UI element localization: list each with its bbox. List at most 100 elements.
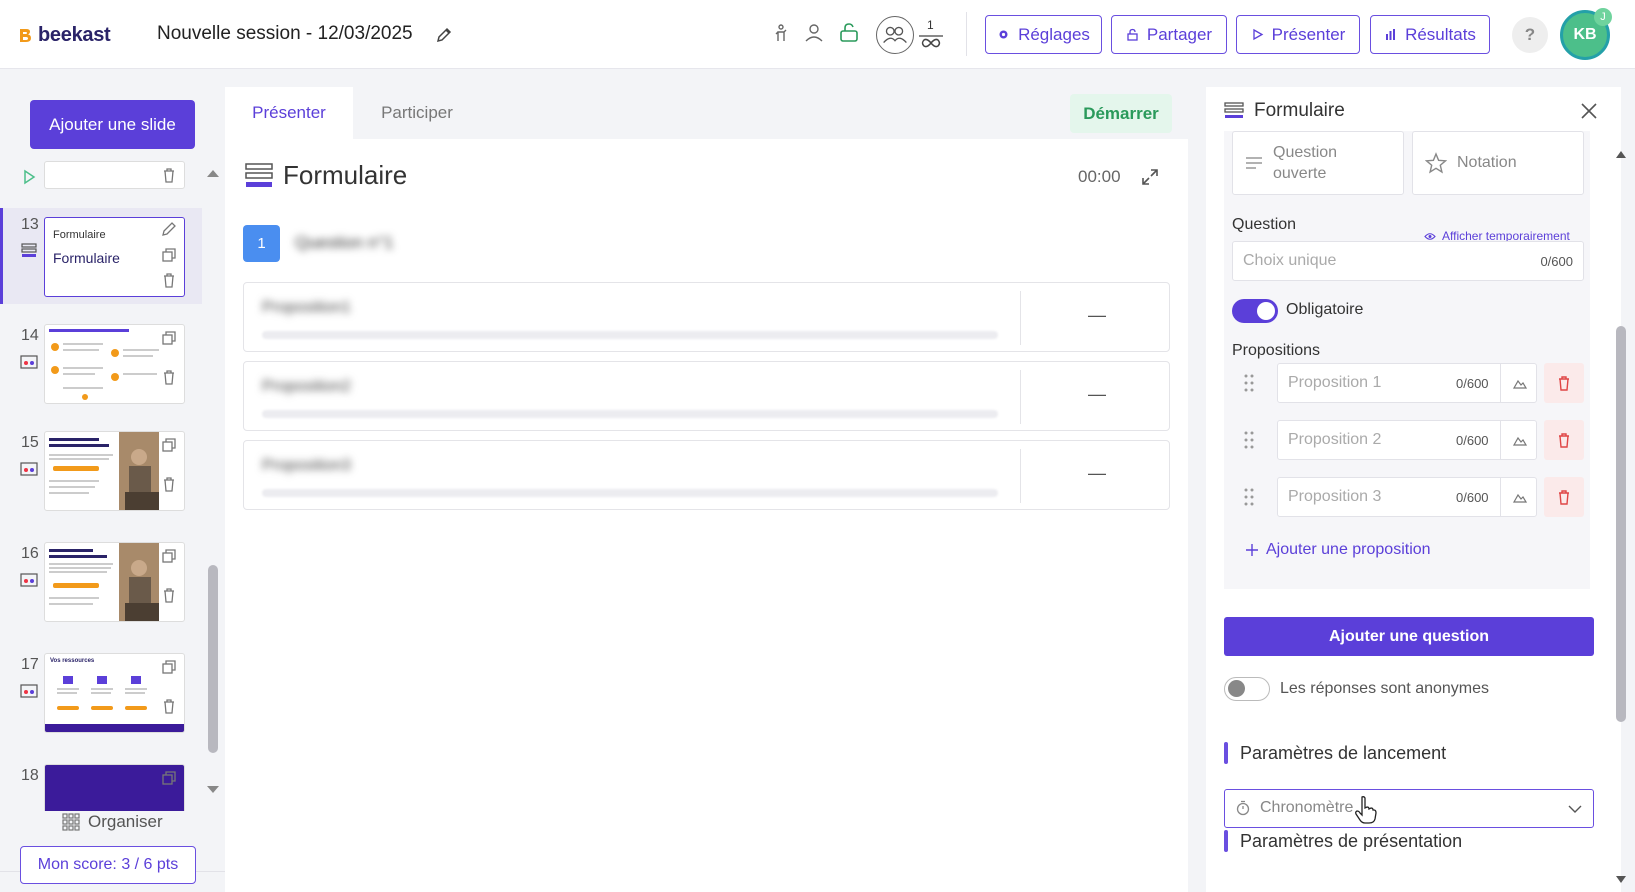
slide-row-17[interactable]: 17 Vos ressources	[0, 648, 202, 744]
tab-presenter[interactable]: Présenter	[225, 87, 353, 139]
stopwatch-icon	[1236, 800, 1250, 816]
settings-scrollbar[interactable]	[1616, 326, 1626, 722]
slide-list[interactable]: 13 Formulaire Formulaire 14 15 16 17 Vos…	[0, 161, 202, 811]
pencil-icon[interactable]	[434, 25, 454, 45]
person-raise-hand-icon[interactable]	[770, 22, 792, 44]
char-count: 0/600	[1456, 433, 1489, 448]
delete-proposition-button[interactable]	[1544, 420, 1584, 460]
slide-editor: Présenter Participer Démarrer Formulaire…	[225, 87, 1188, 892]
present-button[interactable]: Présenter	[1236, 15, 1360, 54]
slides-panel: Ajouter une slide 13 Formulaire Formulai…	[0, 69, 225, 892]
duplicate-icon[interactable]	[161, 548, 177, 564]
delete-proposition-button[interactable]	[1544, 477, 1584, 517]
slides-scrollbar[interactable]	[208, 565, 218, 753]
slide-row-14[interactable]: 14	[0, 319, 202, 415]
trash-icon[interactable]	[161, 272, 177, 288]
trash-icon[interactable]	[161, 369, 177, 385]
add-proposition-button[interactable]: Ajouter une proposition	[1246, 541, 1431, 559]
help-button[interactable]: ?	[1512, 17, 1548, 53]
duplicate-icon[interactable]	[161, 330, 177, 346]
trash-icon[interactable]	[161, 167, 177, 183]
scroll-up-icon[interactable]	[206, 168, 220, 178]
proposition-card: Proposition3 —	[243, 440, 1170, 510]
proposition-value: —	[1088, 305, 1106, 325]
logo[interactable]: beekast	[17, 24, 111, 47]
duplicate-icon[interactable]	[161, 247, 177, 263]
session-title[interactable]: Nouvelle session - 12/03/2025	[157, 23, 413, 45]
trash-icon	[1559, 433, 1569, 448]
timer-select[interactable]: Chronomètre	[1224, 789, 1594, 828]
duplicate-icon[interactable]	[161, 659, 177, 675]
trash-icon[interactable]	[161, 698, 177, 714]
proposition-card: Proposition1 —	[243, 282, 1170, 352]
drag-handle-icon[interactable]	[1244, 430, 1254, 450]
duplicate-icon[interactable]	[161, 770, 177, 786]
slide-row-prev[interactable]	[0, 161, 202, 197]
question-editor: Question ouverte Notation Question Affic…	[1224, 131, 1590, 589]
slide-row-16[interactable]: 16	[0, 537, 202, 633]
tab-participer[interactable]: Participer	[353, 87, 481, 139]
divider	[1020, 449, 1021, 503]
unlock-icon[interactable]	[838, 22, 860, 44]
progress-bar	[262, 410, 998, 418]
slide-row-13[interactable]: 13 Formulaire Formulaire	[0, 208, 202, 304]
logo-text: beekast	[38, 24, 111, 46]
scroll-down-icon[interactable]	[206, 785, 220, 795]
delete-proposition-button[interactable]	[1544, 363, 1584, 403]
settings-button[interactable]: Réglages	[985, 15, 1102, 54]
thumb-title: Formulaire	[53, 250, 120, 266]
participants-count: 1	[927, 18, 934, 32]
propositions-label: Propositions	[1232, 342, 1321, 359]
trash-icon[interactable]	[161, 476, 177, 492]
type-rating[interactable]: Notation	[1412, 131, 1584, 195]
hand-cursor-icon	[1355, 796, 1377, 824]
close-icon[interactable]	[1579, 101, 1599, 121]
anonymous-toggle[interactable]	[1224, 677, 1270, 701]
question-label: Question	[1232, 216, 1297, 233]
add-question-button[interactable]: Ajouter une question	[1224, 617, 1594, 656]
required-toggle[interactable]	[1232, 299, 1278, 323]
add-image-button[interactable]	[1500, 478, 1538, 516]
drag-handle-icon[interactable]	[1244, 373, 1254, 393]
star-icon	[1425, 152, 1447, 174]
proposition-input[interactable]: Proposition 1 0/600	[1277, 363, 1537, 403]
pencil-icon[interactable]	[161, 221, 177, 237]
scroll-up-icon[interactable]	[1615, 148, 1627, 160]
question-input[interactable]: Choix unique 0/600	[1232, 241, 1584, 281]
add-image-button[interactable]	[1500, 421, 1538, 459]
lock-icon	[1127, 28, 1138, 41]
participants-icon	[876, 16, 914, 54]
progress-bar	[262, 331, 998, 339]
expand-icon[interactable]	[1140, 167, 1160, 187]
participants-counter[interactable]: 1	[876, 16, 948, 54]
start-button[interactable]: Démarrer	[1070, 94, 1172, 133]
scroll-down-icon[interactable]	[1615, 874, 1627, 886]
slide-row-15[interactable]: 15	[0, 426, 202, 522]
drag-handle-icon[interactable]	[1244, 487, 1254, 507]
required-label: Obligatoire	[1286, 301, 1364, 318]
add-slide-button[interactable]: Ajouter une slide	[30, 100, 195, 149]
image-icon	[1512, 493, 1527, 503]
organiser-button[interactable]: Organiser	[62, 812, 163, 832]
add-image-button[interactable]	[1500, 364, 1538, 402]
proposition-row: Proposition 1 0/600	[1232, 363, 1584, 403]
play-icon	[1252, 28, 1263, 41]
score-button[interactable]: Mon score: 3 / 6 pts	[20, 846, 196, 884]
proposition-input[interactable]: Proposition 3 0/600	[1277, 477, 1537, 517]
slide-row-18[interactable]: 18	[0, 759, 202, 811]
slide-number: 16	[21, 545, 39, 562]
proposition-input[interactable]: Proposition 2 0/600	[1277, 420, 1537, 460]
anonymous-label: Les réponses sont anonymes	[1280, 680, 1490, 697]
trash-icon[interactable]	[161, 587, 177, 603]
results-button[interactable]: Résultats	[1370, 15, 1490, 54]
duplicate-icon[interactable]	[161, 437, 177, 453]
plus-icon	[1246, 544, 1258, 556]
user-icon[interactable]	[803, 22, 825, 44]
thumb-title-small: Formulaire	[53, 229, 106, 241]
image-icon	[1512, 379, 1527, 389]
share-button[interactable]: Partager	[1111, 15, 1227, 54]
form-icon	[245, 162, 273, 187]
eye-icon	[1424, 232, 1436, 240]
thumb-title: Vos ressources	[50, 658, 95, 664]
type-open-question[interactable]: Question ouverte	[1232, 131, 1404, 195]
